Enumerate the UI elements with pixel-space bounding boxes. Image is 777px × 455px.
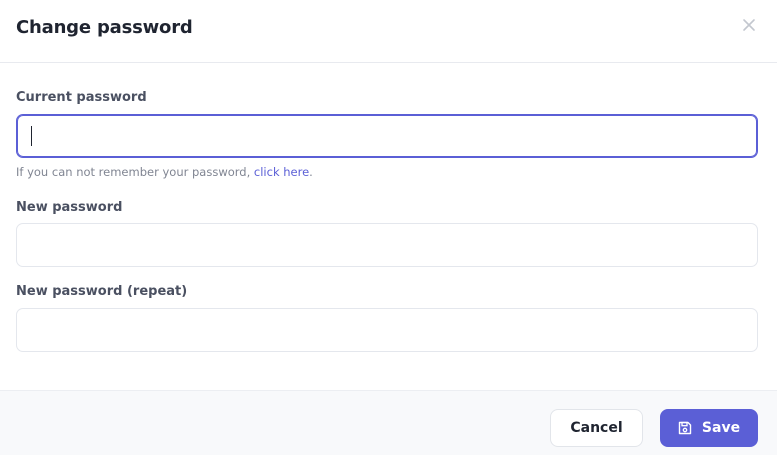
forgot-password-link[interactable]: click here (254, 165, 309, 179)
new-password-label: New password (16, 200, 123, 215)
close-icon (743, 19, 755, 31)
save-button[interactable]: Save (660, 409, 758, 447)
new-password-repeat-input[interactable] (16, 308, 758, 352)
current-password-label: Current password (16, 90, 147, 105)
text-caret (31, 126, 32, 146)
hint-suffix: . (309, 165, 313, 179)
change-password-dialog: Change password Current password If you … (0, 0, 777, 455)
cancel-button-label: Cancel (570, 420, 623, 436)
forgot-password-hint: If you can not remember your password, c… (16, 165, 313, 179)
hint-text: If you can not remember your password, (16, 165, 254, 179)
cancel-button[interactable]: Cancel (550, 409, 643, 447)
dialog-header: Change password (0, 0, 777, 63)
new-password-input[interactable] (16, 223, 758, 267)
save-button-label: Save (701, 420, 741, 436)
new-password-repeat-label: New password (repeat) (16, 284, 188, 299)
current-password-input[interactable] (16, 114, 758, 158)
dialog-title: Change password (16, 17, 193, 38)
floppy-disk-icon (678, 421, 692, 435)
close-button[interactable] (740, 16, 758, 34)
dialog-footer: Cancel Save (0, 390, 777, 455)
